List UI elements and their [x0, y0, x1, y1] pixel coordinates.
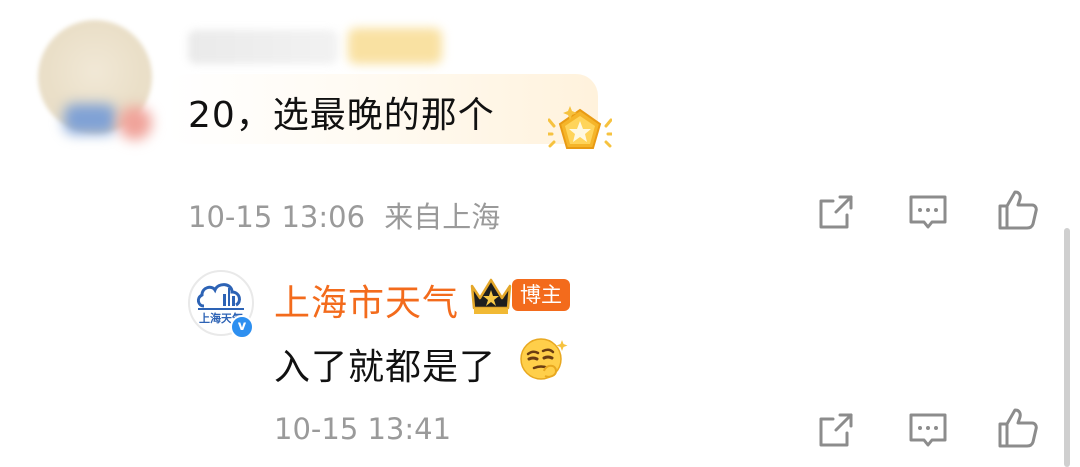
crown-icon	[470, 278, 512, 314]
reply-author-name[interactable]: 上海市天气	[274, 274, 459, 326]
comment-meta: 10-15 13:06 来自上海	[188, 194, 500, 236]
share-icon[interactable]	[814, 408, 858, 452]
comment-location: 来自上海	[384, 200, 501, 234]
reply-time: 10-15 13:41	[274, 412, 452, 446]
like-icon[interactable]	[996, 406, 1040, 450]
comment-icon[interactable]	[906, 408, 950, 452]
commenter-name-blurred[interactable]	[188, 30, 338, 64]
star-medal-icon	[548, 106, 612, 149]
comment-text: 20，选最晚的那个	[188, 95, 495, 136]
share-icon[interactable]	[814, 190, 858, 234]
like-icon[interactable]	[996, 188, 1040, 232]
verified-badge-icon: v	[230, 315, 254, 339]
comment-icon[interactable]	[906, 190, 950, 234]
scrollbar[interactable]	[1064, 228, 1070, 467]
commenter-badge-blurred	[348, 28, 442, 64]
reply-text: 入了就都是了	[274, 347, 497, 388]
comment-time: 10-15 13:06	[188, 200, 366, 234]
blogger-badge: 博主	[512, 279, 570, 311]
commenter-avatar[interactable]	[38, 20, 152, 140]
smirk-emoji-icon	[520, 338, 568, 380]
